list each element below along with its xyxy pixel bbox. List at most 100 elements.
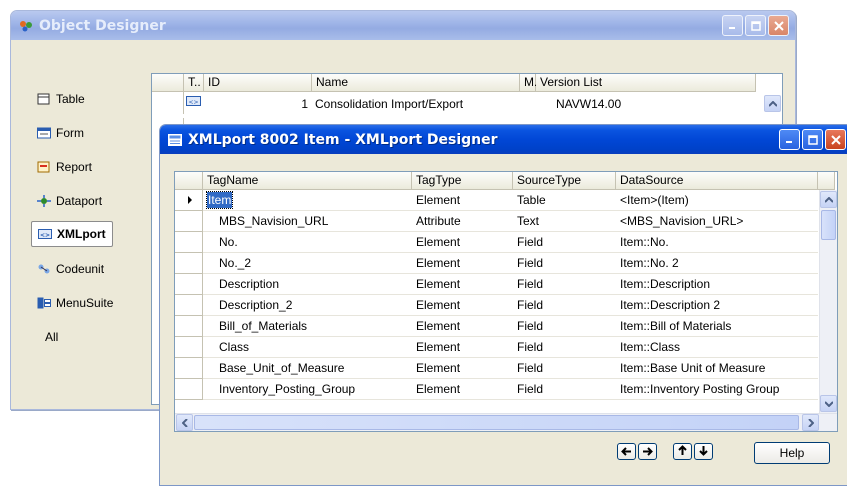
- xmlport-designer-titlebar[interactable]: XMLport 8002 Item - XMLport Designer: [160, 125, 847, 154]
- cell-text: Item::Class: [620, 340, 681, 354]
- move-down-button[interactable]: [694, 443, 713, 460]
- grid-cell-tag-type[interactable]: Element: [412, 358, 513, 379]
- grid-cell-tag-type[interactable]: Element: [412, 379, 513, 400]
- nav-dataport[interactable]: Dataport: [37, 191, 102, 211]
- grid-cell-tag-name[interactable]: Bill_of_Materials: [203, 316, 412, 337]
- row-selector[interactable]: [175, 232, 203, 253]
- vertical-scrollbar[interactable]: [819, 190, 837, 413]
- grid-cell-source-type[interactable]: Field: [513, 295, 616, 316]
- nav-all[interactable]: All: [45, 327, 58, 347]
- minimize-button[interactable]: [779, 129, 800, 150]
- row-selector[interactable]: [175, 295, 203, 316]
- od-close-button[interactable]: [768, 15, 789, 36]
- move-left-button[interactable]: [617, 443, 636, 460]
- od-col-id[interactable]: ID: [204, 74, 312, 92]
- grid-cell-tag-type[interactable]: Element: [412, 232, 513, 253]
- close-button[interactable]: [825, 129, 846, 150]
- nav-xmlport[interactable]: <> XMLport: [31, 221, 113, 247]
- grid-cell-data-source[interactable]: Item::Inventory Posting Group: [616, 379, 818, 400]
- nav-codeunit[interactable]: Codeunit: [37, 259, 104, 279]
- nav-menusuite-label: MenuSuite: [56, 296, 114, 310]
- nav-menusuite[interactable]: MenuSuite: [37, 293, 113, 313]
- help-button[interactable]: Help: [754, 442, 830, 464]
- grid-cell-source-type[interactable]: Field: [513, 379, 616, 400]
- grid-cell-source-type[interactable]: Field: [513, 253, 616, 274]
- grid-cell-tag-type[interactable]: Element: [412, 274, 513, 295]
- horizontal-scroll-thumb[interactable]: [194, 415, 799, 430]
- row-selector[interactable]: [175, 358, 203, 379]
- od-maximize-button[interactable]: [745, 15, 766, 36]
- grid-cell-source-type[interactable]: Field: [513, 316, 616, 337]
- nav-table[interactable]: Table: [37, 89, 85, 109]
- row-selector[interactable]: [175, 337, 203, 358]
- od-minimize-button[interactable]: [722, 15, 743, 36]
- od-row-id: 1: [301, 97, 308, 111]
- grid-cell-tag-name[interactable]: Item: [203, 190, 412, 211]
- od-col-modified[interactable]: M.: [520, 74, 537, 92]
- grid-cell-source-type[interactable]: Table: [513, 190, 616, 211]
- od-row-selector[interactable]: [152, 92, 184, 114]
- grid-cell-source-type[interactable]: Field: [513, 337, 616, 358]
- cell-text: Table: [517, 193, 546, 207]
- grid-cell-source-type[interactable]: Text: [513, 211, 616, 232]
- row-selector[interactable]: [175, 379, 203, 400]
- col-tagname[interactable]: TagName: [203, 172, 412, 190]
- grid-cell-data-source[interactable]: Item::Base Unit of Measure: [616, 358, 818, 379]
- grid-cell-tag-name[interactable]: Class: [203, 337, 412, 358]
- grid-cell-tag-type[interactable]: Element: [412, 253, 513, 274]
- grid-cell-data-source[interactable]: Item::Bill of Materials: [616, 316, 818, 337]
- vertical-scroll-thumb[interactable]: [821, 210, 836, 240]
- col-sourcetype[interactable]: SourceType: [513, 172, 616, 190]
- grid-cell-tag-type[interactable]: Element: [412, 295, 513, 316]
- grid-cell-tag-type[interactable]: Element: [412, 190, 513, 211]
- grid-cell-source-type[interactable]: Field: [513, 274, 616, 295]
- nav-form[interactable]: Form: [37, 123, 84, 143]
- object-designer-titlebar[interactable]: Object Designer: [11, 11, 795, 40]
- scroll-down-button[interactable]: [820, 395, 837, 412]
- grid-cell-tag-name[interactable]: Description: [203, 274, 412, 295]
- row-selector[interactable]: [175, 253, 203, 274]
- nav-codeunit-label: Codeunit: [56, 262, 105, 276]
- grid-cell-tag-type[interactable]: Element: [412, 337, 513, 358]
- form-icon: [37, 127, 51, 139]
- grid-cell-tag-name[interactable]: Description_2: [203, 295, 412, 316]
- xmlport-lines-grid[interactable]: TagName TagType SourceType DataSource It…: [174, 171, 838, 432]
- nav-report[interactable]: Report: [37, 157, 92, 177]
- od-col-version[interactable]: Version List: [536, 74, 756, 92]
- row-selector[interactable]: [175, 190, 203, 211]
- scroll-right-button[interactable]: [802, 414, 819, 431]
- grid-cell-source-type[interactable]: Field: [513, 232, 616, 253]
- cell-text: Field: [517, 256, 544, 270]
- grid-cell-tag-name[interactable]: Inventory_Posting_Group: [203, 379, 412, 400]
- xmlport-designer-window[interactable]: XMLport 8002 Item - XMLport Designer Tag…: [159, 124, 847, 486]
- od-scroll-up-button[interactable]: [764, 95, 781, 112]
- col-tagtype[interactable]: TagType: [412, 172, 513, 190]
- maximize-button[interactable]: [802, 129, 823, 150]
- grid-cell-tag-name[interactable]: No._2: [203, 253, 412, 274]
- horizontal-scrollbar[interactable]: [175, 413, 837, 431]
- scroll-left-button[interactable]: [176, 414, 193, 431]
- grid-cell-data-source[interactable]: Item::Description 2: [616, 295, 818, 316]
- row-selector[interactable]: [175, 211, 203, 232]
- cell-text: Class: [219, 340, 250, 354]
- row-selector[interactable]: [175, 274, 203, 295]
- grid-cell-source-type[interactable]: Field: [513, 358, 616, 379]
- grid-cell-tag-name[interactable]: Base_Unit_of_Measure: [203, 358, 412, 379]
- grid-cell-data-source[interactable]: Item::No. 2: [616, 253, 818, 274]
- scroll-up-button[interactable]: [820, 191, 837, 208]
- row-selector[interactable]: [175, 316, 203, 337]
- move-up-button[interactable]: [673, 443, 692, 460]
- grid-cell-tag-name[interactable]: MBS_Navision_URL: [203, 211, 412, 232]
- move-right-button[interactable]: [638, 443, 657, 460]
- grid-cell-data-source[interactable]: Item::No.: [616, 232, 818, 253]
- grid-cell-data-source[interactable]: Item::Description: [616, 274, 818, 295]
- od-col-type[interactable]: T..: [184, 74, 204, 92]
- col-datasource[interactable]: DataSource: [616, 172, 818, 190]
- grid-cell-data-source[interactable]: <MBS_Navision_URL>: [616, 211, 818, 232]
- od-col-name[interactable]: Name: [312, 74, 520, 92]
- grid-cell-tag-name[interactable]: No.: [203, 232, 412, 253]
- grid-cell-data-source[interactable]: Item::Class: [616, 337, 818, 358]
- grid-cell-tag-type[interactable]: Attribute: [412, 211, 513, 232]
- grid-cell-tag-type[interactable]: Element: [412, 316, 513, 337]
- grid-cell-data-source[interactable]: <Item>(Item): [616, 190, 818, 211]
